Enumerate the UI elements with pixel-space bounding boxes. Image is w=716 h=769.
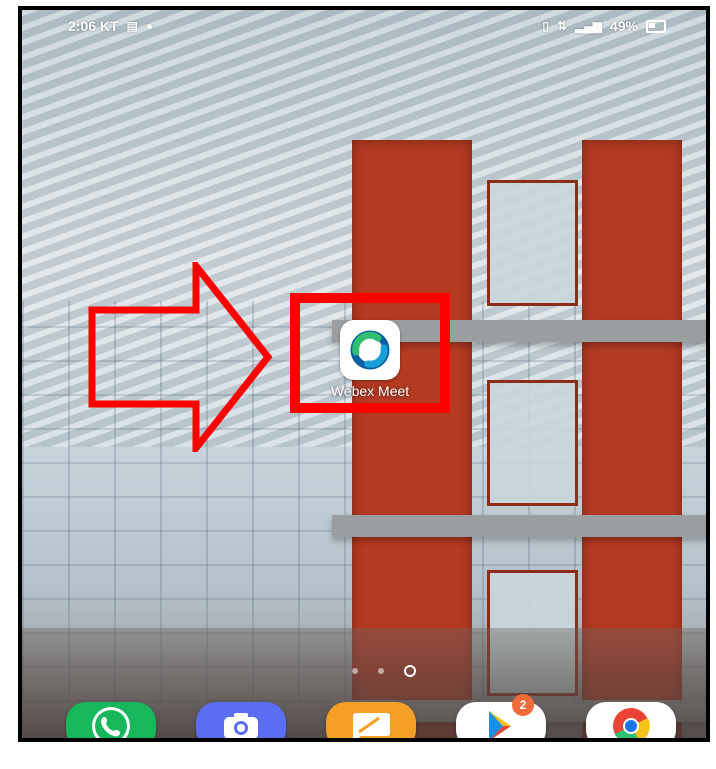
tower-window	[487, 180, 578, 306]
status-bar: 2:06 KT ▤ ● ▯ ⇅ ▂▄▆ 49%	[22, 10, 706, 42]
dock-chrome[interactable]	[586, 702, 676, 738]
dock: 2	[22, 694, 706, 738]
lte-icon: ⇅	[556, 19, 567, 33]
message-icon: ▤	[126, 19, 138, 33]
phone-icon	[92, 707, 130, 738]
screenshot-frame: 2:06 KT ▤ ● ▯ ⇅ ▂▄▆ 49% Webex Meet 2	[0, 0, 716, 769]
home-screen: 2:06 KT ▤ ● ▯ ⇅ ▂▄▆ 49% Webex Meet 2	[18, 6, 710, 742]
dock-phone[interactable]	[66, 702, 156, 738]
pointer-arrow-icon	[88, 262, 273, 452]
message-icon	[353, 713, 390, 738]
chrome-icon	[613, 708, 650, 738]
status-time: 2:06 KT	[68, 18, 119, 34]
battery-percent: 49%	[609, 18, 638, 34]
dock-play-store[interactable]: 2	[456, 694, 546, 738]
notification-badge: 2	[512, 694, 534, 716]
page-dot-current[interactable]	[404, 665, 416, 677]
vibrate-icon: ▯	[542, 19, 549, 33]
battery-icon	[646, 19, 666, 33]
chat-icon: ●	[145, 19, 154, 33]
highlight-box	[290, 293, 450, 413]
tower-floor	[332, 515, 706, 537]
camera-icon	[224, 713, 258, 738]
dock-messages[interactable]	[326, 702, 416, 738]
tower-window	[487, 380, 578, 506]
page-dot[interactable]	[352, 668, 358, 674]
page-indicator	[352, 665, 416, 677]
dock-camera[interactable]	[196, 702, 286, 738]
signal-icon: ▂▄▆	[575, 19, 602, 33]
page-dot[interactable]	[378, 668, 384, 674]
